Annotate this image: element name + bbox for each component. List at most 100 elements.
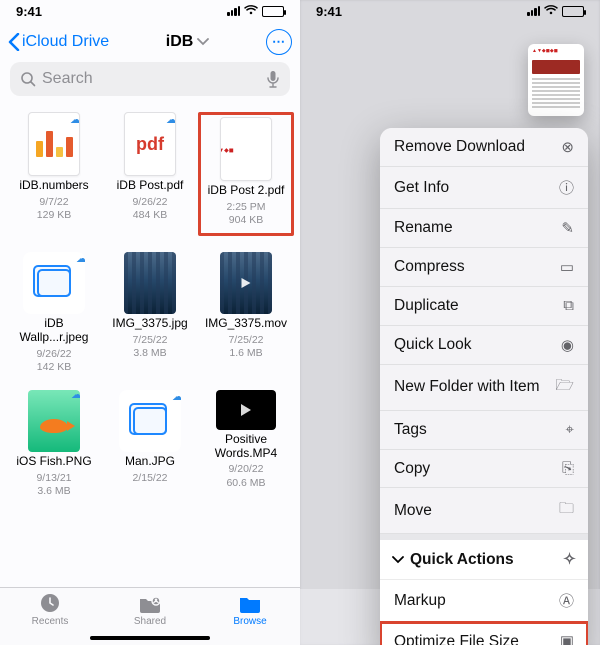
- home-indicator[interactable]: [90, 636, 210, 640]
- file-name: Positive Words.MP4: [202, 433, 290, 461]
- optimize-icon: ▣: [560, 632, 574, 645]
- file-name: iOS Fish.PNG: [16, 455, 91, 469]
- status-bar: 9:41: [0, 0, 300, 22]
- back-button[interactable]: iCloud Drive: [8, 33, 109, 51]
- file-item[interactable]: ☁︎ iDB Wallp...r.jpeg 9/26/22142 KB: [6, 252, 102, 374]
- file-item[interactable]: ☁︎ iOS Fish.PNG 9/13/213.6 MB: [6, 390, 102, 498]
- menu-optimize-file-size[interactable]: Optimize File Size▣: [380, 622, 588, 645]
- markup-icon: Ⓐ: [559, 590, 574, 611]
- battery-icon: [262, 6, 284, 17]
- menu-move[interactable]: Move🗀: [380, 488, 588, 534]
- remove-icon: ⊗: [561, 138, 574, 156]
- file-meta: 9/7/22129 KB: [37, 196, 71, 222]
- eye-icon: ◉: [561, 336, 574, 354]
- file-thumbnail: [220, 252, 272, 314]
- search-icon: [20, 71, 36, 87]
- file-meta: 2:25 PM904 KB: [226, 201, 265, 227]
- status-time: 9:41: [16, 4, 42, 19]
- menu-duplicate[interactable]: Duplicate⧉: [380, 287, 588, 326]
- dictation-icon[interactable]: [266, 70, 280, 88]
- status-bar: 9:41: [300, 0, 600, 22]
- file-thumbnail: ☁︎: [28, 390, 80, 452]
- menu-remove-download[interactable]: Remove Download⊗: [380, 128, 588, 167]
- menu-get-info[interactable]: Get Infoⓘ: [380, 167, 588, 209]
- info-icon: ⓘ: [559, 177, 574, 198]
- file-name: IMG_3375.jpg: [112, 317, 187, 331]
- file-name: iDB Wallp...r.jpeg: [10, 317, 98, 345]
- tab-recents[interactable]: Recents: [0, 592, 100, 645]
- folder-icon: 🗀: [559, 498, 574, 523]
- archive-icon: ▭: [560, 258, 574, 276]
- copy-icon: ⎘: [562, 460, 574, 477]
- tag-icon: ⌖: [566, 421, 574, 438]
- search-input[interactable]: Search: [10, 62, 290, 96]
- file-meta: 9/26/22142 KB: [36, 348, 71, 374]
- more-options-button[interactable]: ⋯: [266, 29, 292, 55]
- context-preview-thumbnail[interactable]: ▲▼◆◼︎◆◼︎: [528, 44, 584, 116]
- chevron-down-icon: [197, 33, 209, 51]
- file-item[interactable]: pdf ☁︎ iDB Post.pdf 9/26/22484 KB: [102, 112, 198, 236]
- menu-new-folder[interactable]: New Folder with Item🗁: [380, 365, 588, 411]
- clock-icon: [37, 592, 63, 614]
- menu-quick-look[interactable]: Quick Look◉: [380, 326, 588, 365]
- wifi-icon: [544, 4, 558, 19]
- file-name: iDB Post.pdf: [117, 179, 184, 193]
- status-time: 9:41: [316, 4, 342, 19]
- file-thumbnail: [216, 390, 276, 430]
- shared-folder-icon: [137, 592, 163, 614]
- chevron-down-icon: [392, 555, 404, 565]
- status-icons: [227, 4, 284, 19]
- menu-rename[interactable]: Rename✎: [380, 209, 588, 248]
- duplicate-icon: ⧉: [563, 297, 574, 314]
- cloud-download-icon: ☁︎: [172, 390, 181, 403]
- tab-browse[interactable]: Browse: [200, 592, 300, 645]
- cloud-download-icon: ☁︎: [76, 252, 85, 265]
- battery-icon: [562, 6, 584, 17]
- file-thumbnail: [124, 252, 176, 314]
- menu-compress[interactable]: Compress▭: [380, 248, 588, 287]
- file-thumbnail: ☁︎: [23, 252, 85, 314]
- file-thumbnail: ▲▼◆◼︎: [220, 117, 272, 181]
- tab-label: Recents: [32, 616, 69, 627]
- image-stack-icon: [133, 407, 167, 435]
- file-name: IMG_3375.mov: [205, 317, 287, 331]
- cloud-download-icon: ☁︎: [70, 113, 80, 126]
- file-item-highlighted[interactable]: ▲▼◆◼︎ iDB Post 2.pdf 2:25 PM904 KB: [198, 112, 294, 236]
- file-thumbnail: ☁︎: [119, 390, 181, 452]
- search-placeholder: Search: [42, 70, 260, 88]
- file-item[interactable]: ☁︎ Man.JPG 2/15/22: [102, 390, 198, 498]
- file-item[interactable]: IMG_3375.mov 7/25/221.6 MB: [198, 252, 294, 374]
- back-label: iCloud Drive: [22, 33, 109, 51]
- file-name: Man.JPG: [125, 455, 175, 469]
- file-meta: 9/20/2260.6 MB: [226, 463, 265, 489]
- file-meta: 7/25/221.6 MB: [228, 334, 263, 360]
- search-wrap: Search: [0, 62, 300, 104]
- cellular-signal-icon: [227, 6, 240, 16]
- status-icons: [527, 4, 584, 19]
- cellular-signal-icon: [527, 6, 540, 16]
- quick-actions-header[interactable]: Quick Actions ✧: [380, 534, 588, 580]
- tab-label: Shared: [134, 616, 166, 627]
- file-thumbnail: pdf ☁︎: [124, 112, 176, 176]
- file-name: iDB.numbers: [19, 179, 88, 193]
- files-grid: ☁︎ iDB.numbers 9/7/22129 KB pdf ☁︎ iDB P…: [0, 104, 300, 587]
- nav-bar: iCloud Drive iDB ⋯: [0, 22, 300, 62]
- nav-title-wrap[interactable]: iDB: [113, 33, 262, 51]
- numbers-chart-icon: [30, 125, 79, 163]
- file-meta: 2/15/22: [132, 472, 167, 485]
- file-thumbnail: ☁︎: [28, 112, 80, 176]
- file-item[interactable]: ☁︎ iDB.numbers 9/7/22129 KB: [6, 112, 102, 236]
- quick-actions-label: Quick Actions: [410, 551, 514, 569]
- wifi-icon: [244, 4, 258, 19]
- menu-tags[interactable]: Tags⌖: [380, 411, 588, 450]
- cloud-download-icon: ☁︎: [166, 113, 176, 126]
- tab-label: Browse: [233, 616, 266, 627]
- pdf-icon: pdf: [136, 134, 164, 155]
- menu-markup[interactable]: MarkupⒶ: [380, 580, 588, 622]
- chevron-left-icon: [8, 33, 20, 51]
- file-item[interactable]: IMG_3375.jpg 7/25/223.8 MB: [102, 252, 198, 374]
- menu-copy[interactable]: Copy⎘: [380, 450, 588, 489]
- context-menu-screen: 9:41 ▲▼◆◼︎◆◼︎ Remove Download⊗ Get Infoⓘ…: [300, 0, 600, 645]
- folder-icon: [237, 592, 263, 614]
- file-item[interactable]: Positive Words.MP4 9/20/2260.6 MB: [198, 390, 294, 498]
